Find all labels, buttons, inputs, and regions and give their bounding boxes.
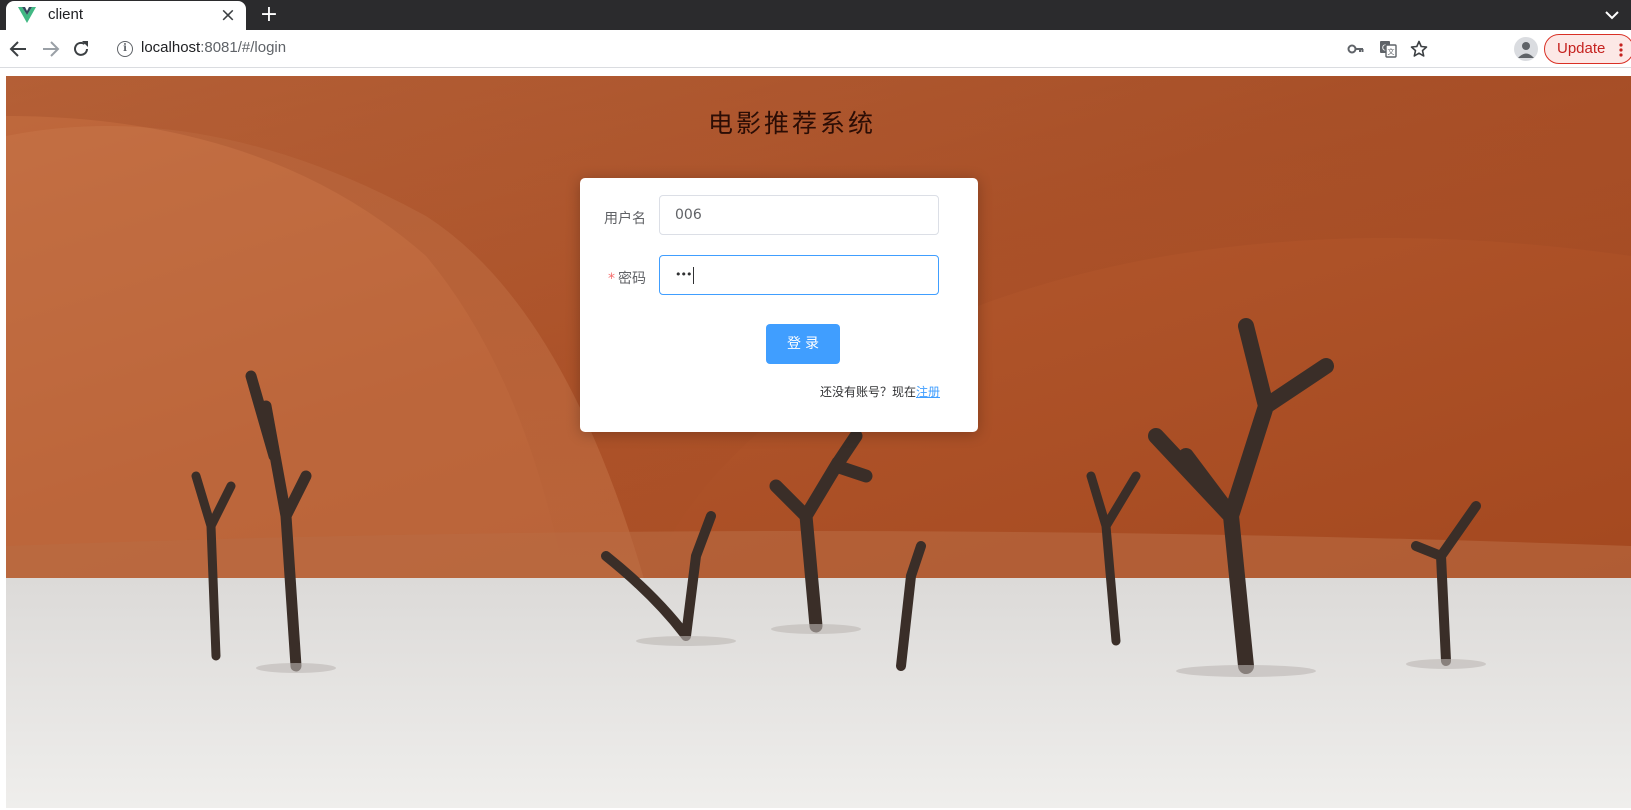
password-input[interactable]: •••: [659, 255, 939, 295]
tab-title: client: [48, 6, 84, 23]
key-icon[interactable]: [1347, 40, 1365, 58]
register-prompt-text: 还没有账号？现在: [819, 385, 916, 399]
browser-tab-strip: client × +: [0, 0, 1631, 30]
reload-icon: [74, 41, 88, 56]
site-info-icon[interactable]: i: [117, 41, 133, 57]
password-mask: •••: [675, 268, 692, 281]
address-bar[interactable]: i localhost:8081/#/login G 文: [107, 33, 1502, 65]
tab-close-icon[interactable]: ×: [218, 4, 238, 26]
reload-button[interactable]: [68, 36, 94, 62]
required-mark: *: [608, 271, 615, 287]
more-icon: [1619, 43, 1623, 57]
login-page: 电影推荐系统 用户名 006 * 密码 ••• 登录 还没有账号？现在注册: [6, 76, 1631, 808]
username-label: 用户名: [604, 211, 646, 227]
update-button[interactable]: Update: [1544, 34, 1631, 64]
username-input[interactable]: 006: [659, 195, 939, 235]
profile-icon[interactable]: [1514, 37, 1538, 61]
star-icon[interactable]: [1410, 40, 1428, 58]
login-button[interactable]: 登录: [766, 324, 840, 364]
url-text[interactable]: localhost:8081/#/login: [141, 39, 286, 56]
new-tab-button[interactable]: +: [258, 3, 280, 27]
browser-tab[interactable]: client ×: [6, 1, 246, 30]
password-label: 密码: [618, 271, 646, 287]
text-caret: [693, 267, 694, 284]
browser-toolbar: i localhost:8081/#/login G 文 Update: [0, 30, 1631, 68]
back-icon: [9, 41, 26, 57]
register-prompt: 还没有账号？现在注册: [820, 383, 940, 400]
tab-list-icon[interactable]: [1603, 5, 1621, 25]
update-label: Update: [1557, 40, 1606, 57]
vue-favicon-icon: [18, 7, 36, 23]
svg-text:文: 文: [1388, 47, 1395, 56]
login-form-card: 用户名 006 * 密码 ••• 登录 还没有账号？现在注册: [580, 178, 978, 432]
forward-button[interactable]: [37, 36, 63, 62]
back-button[interactable]: [6, 36, 32, 62]
password-label-row: * 密码: [602, 268, 646, 288]
register-link[interactable]: 注册: [916, 385, 940, 399]
page-title: 电影推荐系统: [707, 109, 876, 138]
forward-icon: [43, 41, 60, 57]
translate-icon[interactable]: G 文: [1379, 40, 1397, 58]
